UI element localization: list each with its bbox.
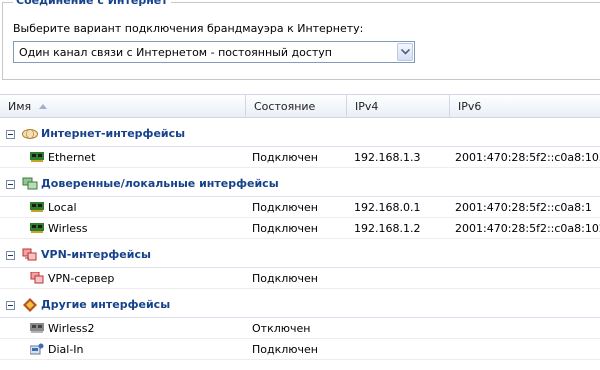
column-header-name[interactable]: Имя bbox=[0, 95, 246, 118]
interface-state: Подключен bbox=[252, 222, 318, 235]
group-label: Доверенные/локальные интерфейсы bbox=[41, 177, 279, 190]
table-row[interactable]: Wirless Подключен 192.168.1.2 2001:470:2… bbox=[0, 218, 600, 239]
group-other-interfaces[interactable]: Другие интерфейсы bbox=[0, 293, 600, 318]
network-card-icon bbox=[30, 202, 44, 212]
interface-name: Local bbox=[48, 201, 77, 214]
column-header-state[interactable]: Состояние bbox=[246, 95, 347, 118]
column-header-ipv6[interactable]: IPv6 bbox=[450, 95, 600, 118]
interface-ipv4: 192.168.1.2 bbox=[354, 222, 421, 235]
interface-ipv4: 192.168.0.1 bbox=[354, 201, 421, 214]
interface-ipv6: 2001:470:28:5f2::c0a8:1 bbox=[455, 201, 592, 214]
interface-state: Подключен bbox=[252, 151, 318, 164]
interface-ipv4: 192.168.1.3 bbox=[354, 151, 421, 164]
collapse-toggle[interactable] bbox=[6, 251, 15, 260]
table-row[interactable]: VPN-сервер Подключен bbox=[0, 268, 600, 289]
group-internet-interfaces[interactable]: Интернет-интерфейсы bbox=[0, 122, 600, 147]
connection-type-value: Один канал связи с Интернетом - постоянн… bbox=[19, 46, 333, 59]
interface-state: Отключен bbox=[252, 322, 311, 335]
connection-type-select[interactable]: Один канал связи с Интернетом - постоянн… bbox=[13, 41, 415, 63]
network-card-disabled-icon bbox=[30, 323, 44, 333]
table-row[interactable]: Dial-In Подключен bbox=[0, 339, 600, 360]
table-row[interactable]: Wirless2 Отключен bbox=[0, 318, 600, 339]
group-vpn-interfaces[interactable]: VPN-интерфейсы bbox=[0, 243, 600, 268]
interface-name: VPN-сервер bbox=[48, 272, 115, 285]
column-header-state-label: Состояние bbox=[254, 100, 316, 113]
vpn-icon bbox=[22, 248, 37, 261]
other-interfaces-icon bbox=[23, 298, 37, 312]
sort-ascending-icon bbox=[38, 104, 47, 109]
dropdown-button[interactable] bbox=[397, 43, 413, 61]
table-row[interactable]: Ethernet Подключен 192.168.1.3 2001:470:… bbox=[0, 147, 600, 168]
interface-name: Wirless2 bbox=[48, 322, 95, 335]
interfaces-table: Имя Состояние IPv4 IPv6 Интернет-интерфе… bbox=[0, 94, 600, 370]
interface-state: Подключен bbox=[252, 272, 318, 285]
column-header-ipv4-label: IPv4 bbox=[355, 100, 379, 113]
interface-ipv6: 2001:470:28:5f2::c0a8:103 bbox=[455, 151, 600, 164]
interface-name: Wirless bbox=[48, 222, 88, 235]
group-trusted-local-interfaces[interactable]: Доверенные/локальные интерфейсы bbox=[0, 172, 600, 197]
group-label: Другие интерфейсы bbox=[41, 298, 171, 311]
interface-name: Dial-In bbox=[48, 343, 84, 356]
vpn-server-icon bbox=[30, 272, 44, 284]
group-label: VPN-интерфейсы bbox=[41, 248, 151, 261]
connection-group-title: Соединение с Интернет bbox=[13, 0, 171, 8]
column-header-ipv6-label: IPv6 bbox=[458, 100, 482, 113]
local-network-icon bbox=[22, 177, 38, 190]
network-card-icon bbox=[30, 152, 44, 162]
chevron-down-icon bbox=[401, 49, 410, 55]
table-row[interactable]: Local Подключен 192.168.0.1 2001:470:28:… bbox=[0, 197, 600, 218]
column-header-ipv4[interactable]: IPv4 bbox=[347, 95, 450, 118]
interface-ipv6: 2001:470:28:5f2::c0a8:102 bbox=[455, 222, 600, 235]
column-header-name-label: Имя bbox=[8, 100, 32, 113]
interface-state: Подключен bbox=[252, 201, 318, 214]
network-card-icon bbox=[30, 223, 44, 233]
dial-in-icon bbox=[30, 343, 44, 355]
collapse-toggle[interactable] bbox=[6, 180, 15, 189]
interface-name: Ethernet bbox=[48, 151, 96, 164]
collapse-toggle[interactable] bbox=[6, 130, 15, 139]
collapse-toggle[interactable] bbox=[6, 301, 15, 310]
globe-icon bbox=[22, 129, 38, 139]
table-header: Имя Состояние IPv4 IPv6 bbox=[0, 94, 600, 118]
connection-prompt: Выберите вариант подключения брандмауэра… bbox=[13, 22, 364, 35]
internet-connection-group: Соединение с Интернет Выберите вариант п… bbox=[2, 0, 600, 80]
group-label: Интернет-интерфейсы bbox=[41, 127, 186, 140]
interface-state: Подключен bbox=[252, 343, 318, 356]
